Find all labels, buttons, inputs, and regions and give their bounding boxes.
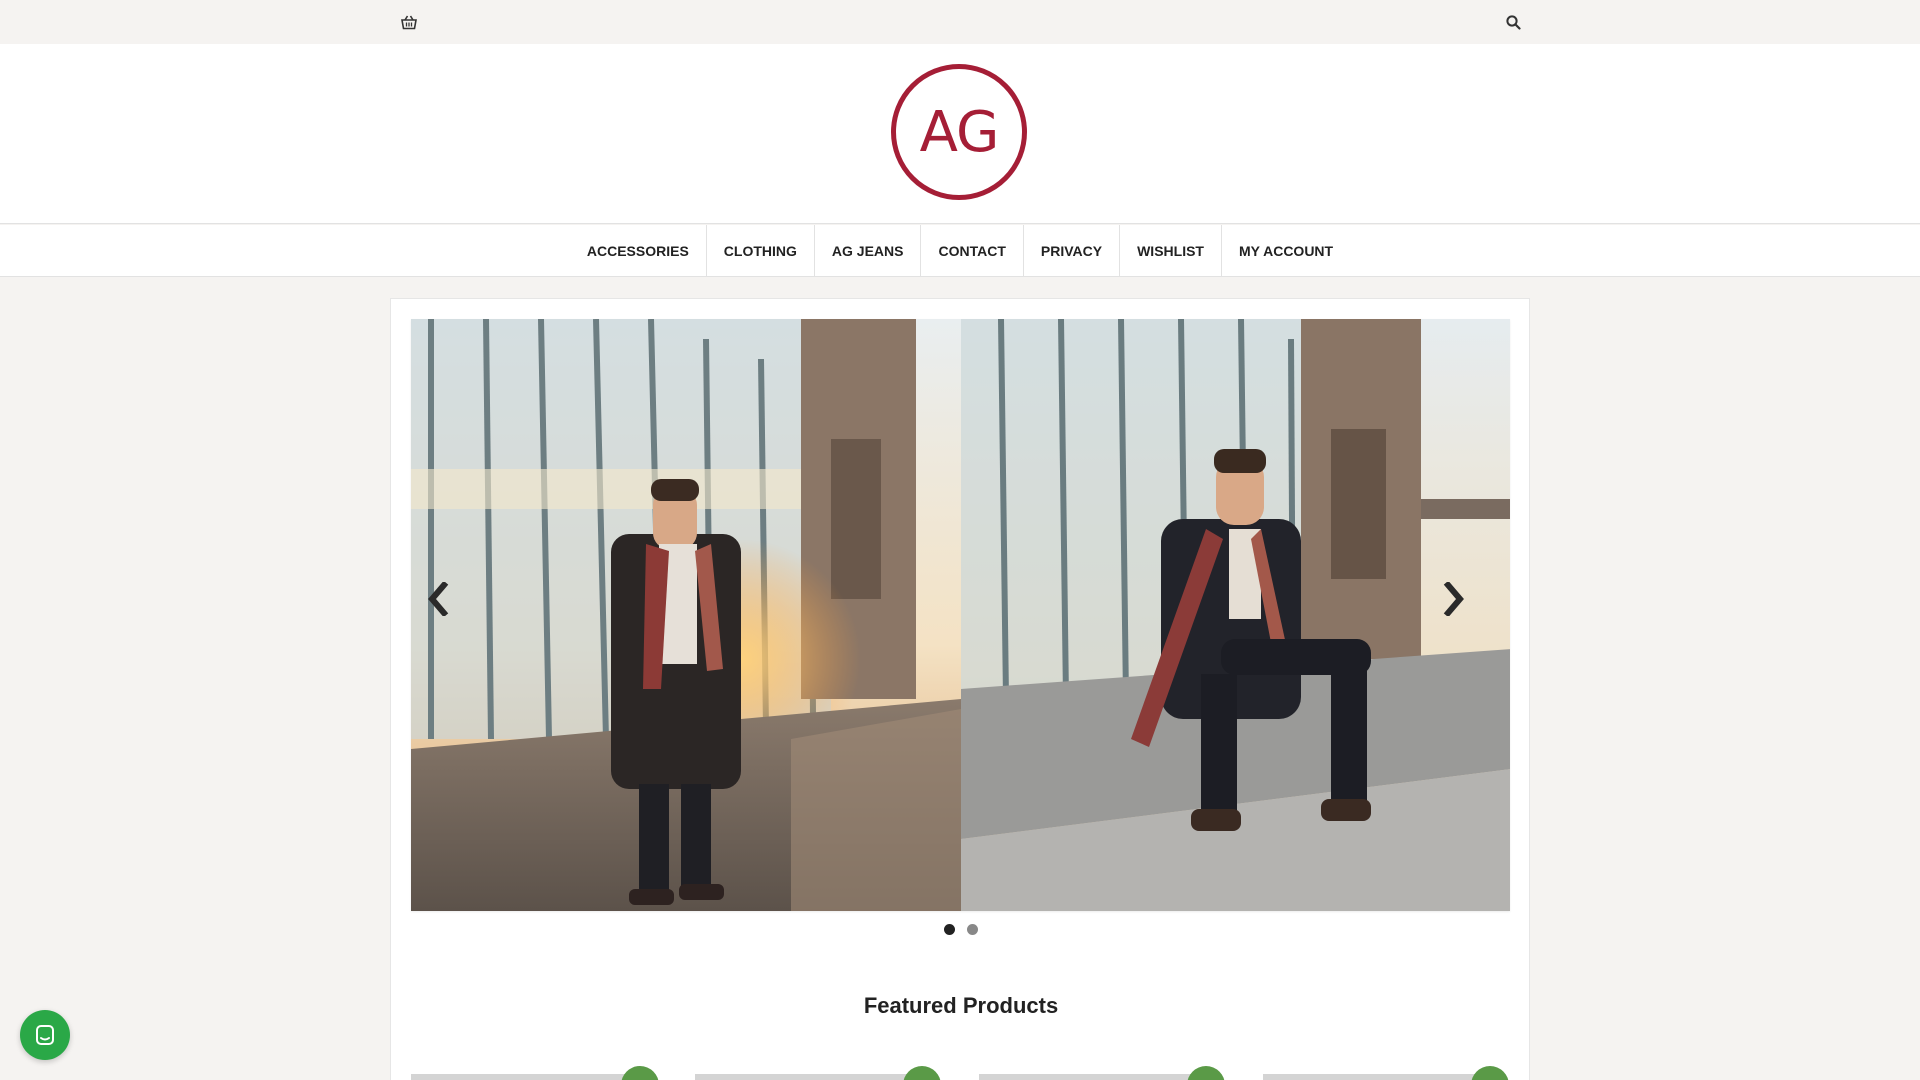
ag-logo[interactable]: AG bbox=[891, 64, 1027, 200]
product-card-3[interactable] bbox=[979, 1074, 1201, 1080]
slider-dot-2[interactable] bbox=[967, 924, 978, 935]
product-card-1[interactable] bbox=[411, 1074, 633, 1080]
nav-item-privacy[interactable]: PRIVACY bbox=[1022, 225, 1119, 277]
main-navigation: ACCESSORIES CLOTHING AG JEANS CONTACT PR… bbox=[0, 225, 1920, 277]
product-badge-2 bbox=[903, 1066, 941, 1080]
product-card-4[interactable] bbox=[1263, 1074, 1485, 1080]
nav-item-accessories[interactable]: ACCESSORIES bbox=[570, 225, 706, 277]
search-icon[interactable] bbox=[1502, 12, 1524, 32]
nav-item-ag-jeans[interactable]: AG JEANS bbox=[813, 225, 921, 277]
top-utility-bar bbox=[0, 0, 1920, 44]
content-panel: Featured Products bbox=[390, 298, 1530, 1080]
product-badge-3 bbox=[1187, 1066, 1225, 1080]
chevron-left-icon bbox=[428, 582, 449, 616]
slider-dot-1[interactable] bbox=[944, 924, 955, 935]
product-badge-4 bbox=[1471, 1066, 1509, 1080]
featured-products-title: Featured Products bbox=[863, 993, 1059, 1018]
slider-prev-arrow[interactable] bbox=[423, 579, 453, 619]
slider-dots bbox=[391, 924, 1531, 938]
product-card-2[interactable] bbox=[695, 1074, 917, 1080]
featured-products-row bbox=[411, 1066, 1510, 1080]
nav-item-wishlist[interactable]: WISHLIST bbox=[1119, 225, 1221, 277]
chat-launcher-button[interactable] bbox=[20, 1010, 70, 1060]
hero-slider[interactable] bbox=[411, 319, 1510, 911]
product-badge-1 bbox=[621, 1066, 659, 1080]
slide-man-standing bbox=[411, 319, 961, 911]
nav-item-my-account[interactable]: MY ACCOUNT bbox=[1220, 225, 1350, 277]
slider-next-arrow[interactable] bbox=[1439, 579, 1469, 619]
slide-man-sitting bbox=[960, 319, 1510, 911]
nav-item-clothing[interactable]: CLOTHING bbox=[705, 225, 814, 277]
site-header: AG bbox=[0, 44, 1920, 224]
nav-item-contact[interactable]: CONTACT bbox=[920, 225, 1022, 277]
chat-icon bbox=[36, 1025, 54, 1045]
chevron-right-icon bbox=[1443, 582, 1464, 616]
logo-text: AG bbox=[919, 99, 1000, 165]
basket-icon[interactable] bbox=[398, 12, 420, 32]
